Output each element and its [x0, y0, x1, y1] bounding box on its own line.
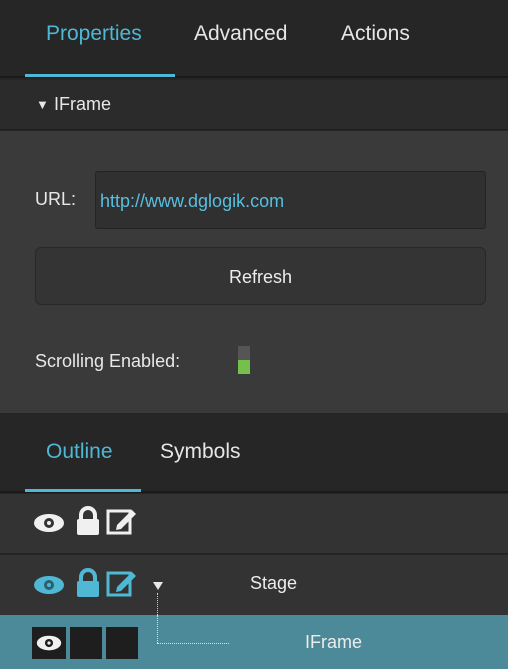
tree-connector-line [157, 643, 229, 644]
lock-toggle-empty[interactable] [70, 627, 102, 659]
eye-icon[interactable] [33, 574, 65, 596]
tree-connector-line [157, 615, 158, 643]
url-value: http://www.dglogik.com [100, 191, 285, 211]
outline-row-stage[interactable]: Stage [0, 555, 508, 615]
url-label: URL: [35, 189, 77, 209]
outline-item-label: Stage [250, 573, 298, 593]
tab-symbols[interactable]: Symbols [160, 440, 241, 464]
visibility-toggle[interactable] [32, 627, 66, 659]
refresh-button[interactable]: Refresh [35, 247, 486, 305]
edit-icon[interactable] [106, 567, 138, 599]
edit-icon[interactable] [106, 505, 138, 537]
outline-tab-bar: Outline Symbols [0, 413, 508, 493]
toggle-on-segment [238, 360, 250, 374]
outline-header-row [0, 494, 508, 554]
outline-item-label: IFrame [305, 632, 363, 652]
properties-panel: URL: http://www.dglogik.com Refresh Scro… [0, 131, 508, 413]
properties-tab-bar: Properties Advanced Actions [0, 0, 508, 78]
outline-row-iframe[interactable]: IFrame [0, 615, 508, 669]
scrolling-toggle[interactable] [238, 346, 250, 374]
url-input[interactable]: http://www.dglogik.com [95, 171, 486, 229]
section-title: IFrame [54, 94, 112, 114]
edit-toggle-empty[interactable] [106, 627, 138, 659]
scrolling-enabled-label: Scrolling Enabled: [35, 351, 181, 371]
tab-advanced[interactable]: Advanced [194, 22, 287, 46]
tree-connector-line [157, 593, 158, 615]
tab-actions[interactable]: Actions [341, 22, 410, 46]
active-tab-indicator [25, 489, 141, 492]
eye-icon [36, 635, 62, 651]
expand-triangle-icon[interactable] [152, 581, 164, 591]
toggle-off-segment [238, 346, 250, 360]
lock-icon[interactable] [76, 568, 100, 598]
tab-properties[interactable]: Properties [46, 22, 142, 46]
active-tab-indicator [25, 74, 175, 77]
iframe-section-header[interactable]: ▼ IFrame [0, 80, 508, 130]
expand-triangle-icon[interactable]: ▼ [36, 97, 49, 112]
tab-outline[interactable]: Outline [46, 440, 113, 464]
lock-icon[interactable] [76, 506, 100, 536]
eye-icon[interactable] [33, 512, 65, 534]
